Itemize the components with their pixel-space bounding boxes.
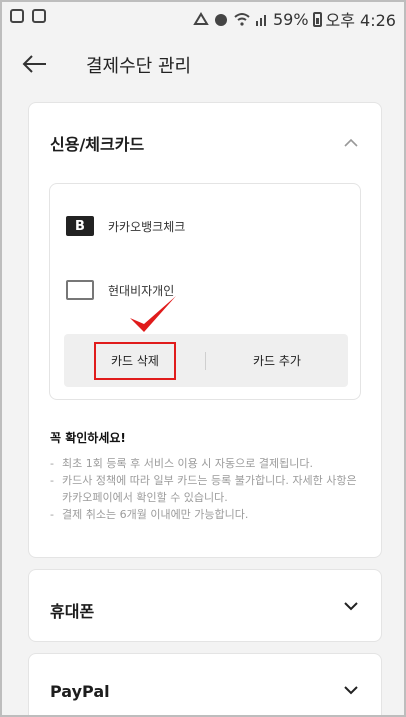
registered-cards-box: B 카카오뱅크체크 현대비자개인 카드 삭제 카드 추가 — [49, 183, 361, 400]
credit-card-section: 신용/체크카드 B 카카오뱅크체크 현대비자개인 카드 삭제 카드 추가 꼭 확… — [28, 102, 382, 558]
app-icon — [10, 9, 24, 23]
image-icon — [32, 9, 46, 23]
kakaobank-logo-icon: B — [66, 216, 94, 236]
clock: 오후 4:26 — [325, 11, 396, 30]
credit-section-title: 신용/체크카드 — [50, 135, 145, 154]
wifi-icon — [234, 13, 250, 26]
add-card-button[interactable]: 카드 추가 — [206, 334, 348, 387]
screen: 59% 오후 4:26 결제수단 관리 신용/체크카드 B 카카오뱅크체크 현대… — [0, 0, 406, 717]
triangle-icon — [193, 12, 209, 25]
alarm-icon — [214, 14, 227, 26]
phone-section-title: 휴대폰 — [50, 602, 95, 621]
notice-item: 최초 1회 등록 후 서비스 이용 시 자동으로 결제됩니다. — [50, 455, 360, 472]
chevron-down-icon[interactable] — [343, 682, 359, 698]
battery-percent: 59% — [272, 9, 309, 29]
notice-item: 결제 취소는 6개월 이내에만 가능합니다. — [50, 506, 360, 523]
card-action-bar: 카드 삭제 카드 추가 — [64, 296, 348, 387]
notice-title: 꼭 확인하세요! — [50, 431, 126, 445]
phone-section[interactable]: 휴대폰 — [28, 569, 382, 642]
hyundai-card-logo-icon — [66, 280, 94, 300]
checkmark-annotation-icon — [130, 296, 176, 332]
page-title: 결제수단 관리 — [86, 56, 192, 77]
notice-list: 최초 1회 등록 후 서비스 이용 시 자동으로 결제됩니다. 카드사 정책에 … — [50, 455, 360, 523]
card-name: 카카오뱅크체크 — [108, 219, 186, 234]
paypal-section[interactable]: PayPal — [28, 653, 382, 715]
back-button[interactable] — [20, 50, 50, 78]
status-left — [10, 9, 46, 23]
battery-icon — [312, 11, 322, 27]
signal-icon — [255, 15, 266, 26]
highlight-box — [94, 342, 176, 380]
card-item-kakaobank[interactable]: B 카카오뱅크체크 — [66, 216, 185, 236]
app-header: 결제수단 관리 — [2, 34, 404, 94]
chevron-down-icon[interactable] — [343, 598, 359, 614]
notice-item: 카드사 정책에 따라 일부 카드는 등록 불가합니다. 자세한 사항은 카카오페… — [50, 472, 360, 506]
status-bar: 59% 오후 4:26 — [2, 2, 404, 34]
arrow-left-icon — [22, 55, 46, 73]
chevron-up-icon[interactable] — [343, 135, 359, 151]
paypal-section-title: PayPal — [50, 682, 110, 701]
status-right: 59% 오후 4:26 — [193, 7, 396, 31]
